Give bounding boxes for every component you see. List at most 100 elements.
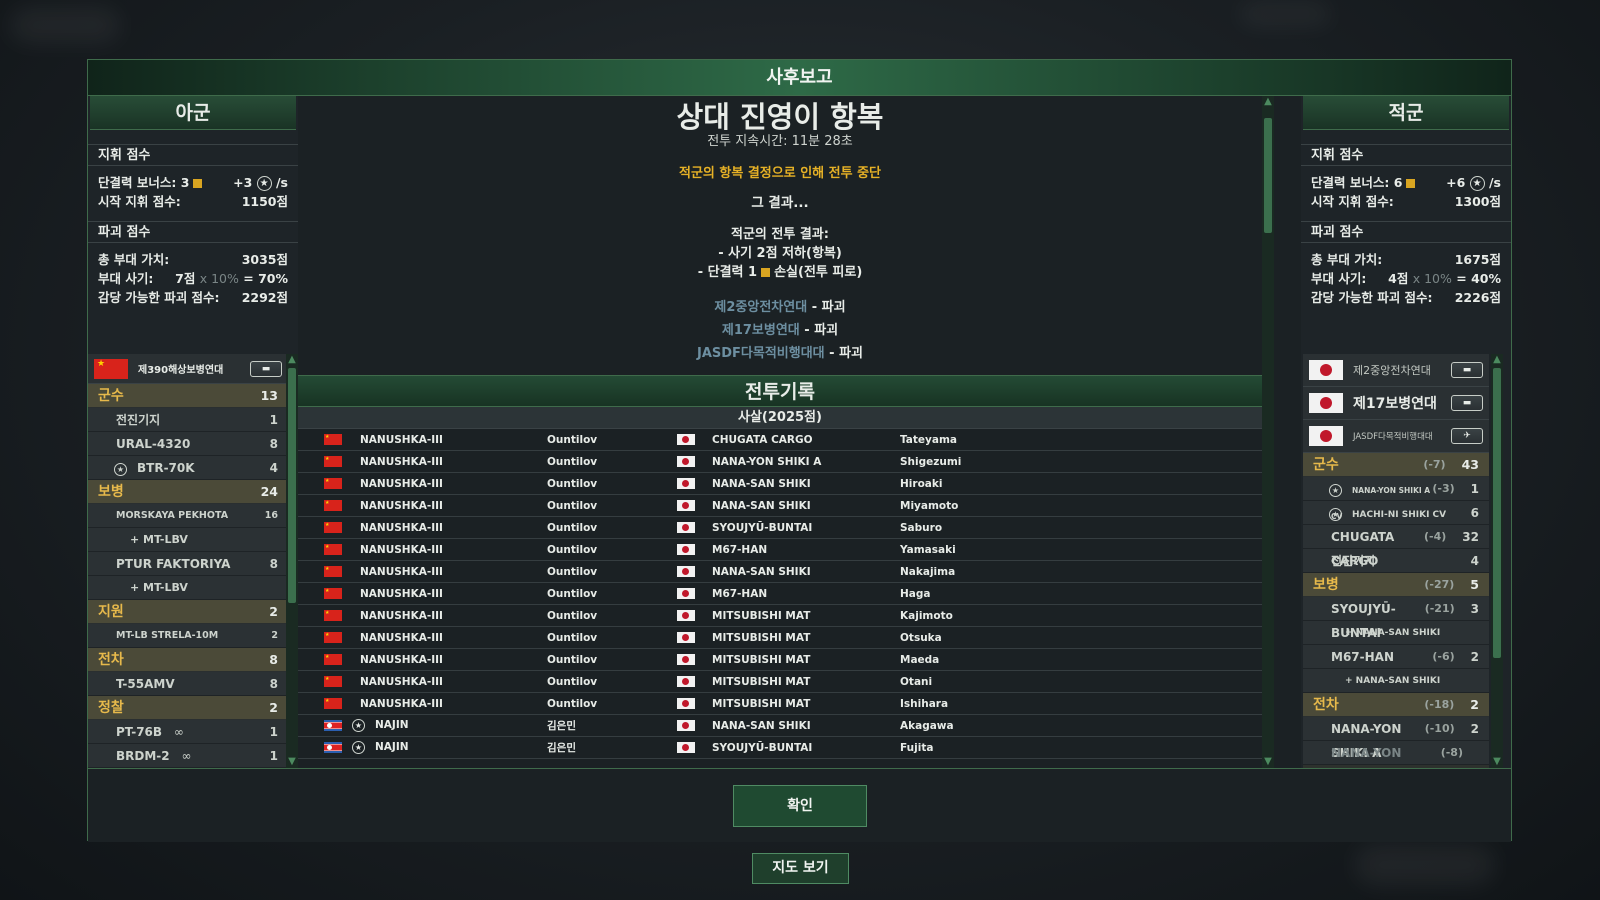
transport-row[interactable]: + MT-LBV xyxy=(88,528,288,552)
view-map-button[interactable]: 지도 보기 xyxy=(752,853,849,884)
combat-log-row[interactable]: NANUSHKA-III Ountilov MITSUBISHI MAT Kajimo… xyxy=(298,605,1262,627)
unit-category-row[interactable]: 정찰 2 xyxy=(88,696,288,720)
japan-flag-icon xyxy=(677,654,695,665)
binoculars-icon: ∞ xyxy=(170,725,184,739)
combat-log-row[interactable]: NANUSHKA-III Ountilov MITSUBISHI MAT Otsuka xyxy=(298,627,1262,649)
unit-category-row[interactable]: 보병 24 xyxy=(88,480,288,504)
unit-row[interactable]: URAL-4320 8 xyxy=(88,432,288,456)
destroyed-formation-row: JASDF다목적비행대대 - 파괴 xyxy=(298,342,1262,365)
unit-name: 전진기지 xyxy=(1331,554,1376,568)
unit-name: M67-HAN xyxy=(1331,650,1394,664)
combat-log-row[interactable]: NANUSHKA-III Ountilov NANA-SAN SHIKI Miyamo… xyxy=(298,495,1262,517)
friendly-header: 아군 xyxy=(90,96,296,130)
attacker-player: Ountilov xyxy=(547,521,598,534)
unit-row[interactable]: M67-HAN (-6) 2 xyxy=(1303,645,1489,669)
attacker-player: Ountilov xyxy=(547,653,598,666)
attacker-unit: NANUSHKA-III xyxy=(360,632,547,644)
unit-row[interactable]: NANA-YON SHIKI C (-8) xyxy=(1303,741,1489,765)
unit-row[interactable]: MORSKAYA PEKHOTA 16 xyxy=(88,504,288,528)
combat-log-row[interactable]: NANUSHKA-III Ountilov MITSUBISHI MAT Maeda xyxy=(298,649,1262,671)
morale-result: = 70% xyxy=(243,271,288,286)
formation-header[interactable]: JASDF다목적비행대대 ✈ xyxy=(1303,420,1489,453)
friendly-scrollbar[interactable]: ▲ ▼ xyxy=(286,354,298,768)
combat-log-row[interactable]: NANUSHKA-III Ountilov NANA-SAN SHIKI Nakaji… xyxy=(298,561,1262,583)
scroll-up-icon[interactable]: ▲ xyxy=(1491,354,1503,366)
formation-header[interactable]: 제390해상보병연대 ▬ xyxy=(88,354,288,384)
unit-count: 32 xyxy=(1462,530,1479,544)
unit-row[interactable]: 전진기지 4 xyxy=(1303,549,1489,573)
china-flag-icon xyxy=(324,544,342,555)
attacker-unit: ★ NAJIN xyxy=(342,719,547,732)
combat-log-row[interactable]: ★ NAJIN 김은민 SYOUJYŪ-BUNTAI Fujita xyxy=(298,737,1262,759)
unit-row[interactable]: CHUGATA CARGO (-4) 32 xyxy=(1303,525,1489,568)
victim-unit: SYOUJYŪ-BUNTAI xyxy=(712,521,813,534)
scroll-down-icon[interactable]: ▼ xyxy=(1491,756,1503,768)
attacker-flag-cell xyxy=(298,522,360,533)
japan-flag-icon xyxy=(677,698,695,709)
destroyed-formation-link[interactable]: 제17보병연대 xyxy=(722,323,800,338)
transport-row[interactable]: + MT-LBV xyxy=(88,576,288,600)
footer-bar: 확인 xyxy=(88,768,1511,842)
formation-header[interactable]: 제17보병연대 ▬ xyxy=(1303,387,1489,420)
combat-log-row[interactable]: NANUSHKA-III Ountilov SYOUJYŪ-BUNTAI Saburo xyxy=(298,517,1262,539)
unit-row[interactable]: BRDM-2 ∞ 1 xyxy=(88,744,288,768)
japan-flag-icon xyxy=(677,434,695,445)
unit-category-row[interactable]: 전차 (-18) 2 xyxy=(1303,693,1489,717)
japan-flag-icon xyxy=(677,478,695,489)
scroll-thumb[interactable] xyxy=(288,368,296,603)
apc-icon: ▬ xyxy=(250,360,282,377)
unit-row[interactable]: MT-LB STRELA-10M 2 xyxy=(88,624,288,648)
combat-log-row[interactable]: NANUSHKA-III Ountilov MITSUBISHI MAT Otani xyxy=(298,671,1262,693)
morale-row: 부대 사기: 7점 x 10% = 70% xyxy=(88,269,298,288)
transport-row[interactable]: + NANA-SAN SHIKI xyxy=(1303,669,1489,693)
victim-flag-cell xyxy=(677,742,712,753)
unit-category-row[interactable]: 전차 8 xyxy=(88,648,288,672)
north-korea-flag-icon xyxy=(324,742,342,753)
unit-row[interactable]: ★ BTR-70K 4 xyxy=(88,456,288,480)
scroll-thumb[interactable] xyxy=(1264,118,1272,233)
unit-row[interactable]: PT-76B ∞ 1 xyxy=(88,720,288,744)
unit-row[interactable]: ★ NANA-YON SHIKI A CV (-3) 1 xyxy=(1303,477,1489,521)
combat-log-row[interactable]: NANUSHKA-III Ountilov CHUGATA CARGO Tateyam… xyxy=(298,429,1262,451)
unit-row[interactable]: 전진기지 1 xyxy=(88,408,288,432)
combat-log-row[interactable]: NANUSHKA-III Ountilov MITSUBISHI MAT Ishiha… xyxy=(298,693,1262,715)
confirm-button[interactable]: 확인 xyxy=(733,785,867,827)
attacker-unit-name: NANUSHKA-III xyxy=(360,587,443,600)
combat-log-row[interactable]: NANUSHKA-III Ountilov M67-HAN Haga xyxy=(298,583,1262,605)
unit-row[interactable]: T-55AMV 8 xyxy=(88,672,288,696)
combat-log-row[interactable]: ★ NAJIN 김은민 NANA-SAN SHIKI Akagawa xyxy=(298,715,1262,737)
friendly-unit-list[interactable]: 제390해상보병연대 ▬ 군수 13 전진기지 1 URAL-4320 8 ★ BTR-70K… xyxy=(88,354,288,768)
scroll-up-icon[interactable]: ▲ xyxy=(1262,96,1274,108)
unit-category-row[interactable]: 보병 (-27) 5 xyxy=(1303,573,1489,597)
unit-category-row[interactable]: 지원 2 xyxy=(88,600,288,624)
attacker-unit: NANUSHKA-III xyxy=(360,676,547,688)
japan-flag-icon xyxy=(677,720,695,731)
unit-name: CHUGATA CARGO xyxy=(1331,530,1395,568)
center-scrollbar[interactable]: ▲ ▼ xyxy=(1262,96,1274,768)
background-blur xyxy=(1240,4,1330,24)
combat-log-row[interactable]: NANUSHKA-III Ountilov M67-HAN Yamasaki xyxy=(298,539,1262,561)
destroyed-formation-link[interactable]: 제2중앙전차연대 xyxy=(714,300,807,315)
enemy-unit-list[interactable]: 제2중앙전차연대 ▬ 제17보병연대 ▬ JASDF다목적비행대대 ✈ 군수 (-7) 43 ★… xyxy=(1303,354,1489,768)
scroll-thumb[interactable] xyxy=(1493,368,1501,658)
unit-row[interactable]: PTUR FAKTORIYA 8 xyxy=(88,552,288,576)
combat-log-table[interactable]: NANUSHKA-III Ountilov CHUGATA CARGO Tateyam… xyxy=(298,429,1262,768)
unit-category-row[interactable]: 군수 (-7) 43 xyxy=(1303,453,1489,477)
cohesion-label: 단결력 보너스: 6 xyxy=(1311,175,1403,190)
scroll-up-icon[interactable]: ▲ xyxy=(286,354,298,366)
start-command-row: 시작 지휘 점수: 1150점 xyxy=(88,192,298,211)
unit-row[interactable]: NANA-YON SHIKI A (-10) 2 xyxy=(1303,717,1489,760)
unit-category-row[interactable]: 군수 13 xyxy=(88,384,288,408)
attacker-player: Ountilov xyxy=(547,477,598,490)
affordable-label: 감당 가능한 파괴 점수: xyxy=(98,290,220,305)
unit-row[interactable]: ★ HACHI-NI SHIKI CV 6 xyxy=(1303,501,1489,525)
victim-player: Otsuka xyxy=(900,631,942,644)
scroll-down-icon[interactable]: ▼ xyxy=(1262,756,1274,768)
combat-log-row[interactable]: NANUSHKA-III Ountilov NANA-YON SHIKI A Shig… xyxy=(298,451,1262,473)
enemy-scrollbar[interactable]: ▲ ▼ xyxy=(1491,354,1503,768)
unit-row[interactable]: SYOUJYŪ-BUNTAI (-21) 3 xyxy=(1303,597,1489,640)
combat-log-row[interactable]: NANUSHKA-III Ountilov NANA-SAN SHIKI Hiroak… xyxy=(298,473,1262,495)
destroyed-formation-link[interactable]: JASDF다목적비행대대 xyxy=(697,346,825,361)
scroll-down-icon[interactable]: ▼ xyxy=(286,756,298,768)
formation-header[interactable]: 제2중앙전차연대 ▬ xyxy=(1303,354,1489,387)
